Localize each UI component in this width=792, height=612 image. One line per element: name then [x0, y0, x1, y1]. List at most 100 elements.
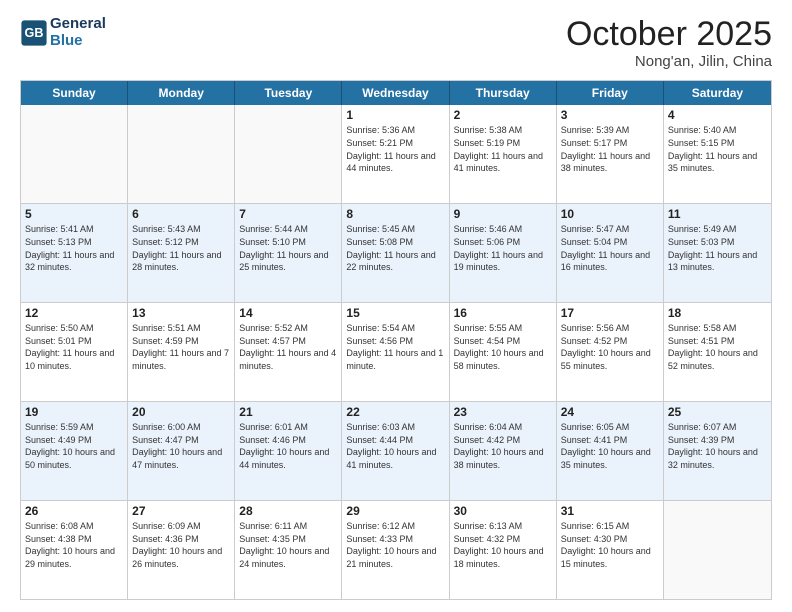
day-info: Sunrise: 5:40 AM Sunset: 5:15 PM Dayligh…: [668, 124, 767, 174]
day-number: 8: [346, 207, 444, 221]
logo: GB General Blue: [20, 16, 106, 49]
header-sunday: Sunday: [21, 81, 128, 105]
day-number: 2: [454, 108, 552, 122]
calendar-cell-4-1: 19 Sunrise: 5:59 AM Sunset: 4:49 PM Dayli…: [21, 402, 128, 500]
day-info: Sunrise: 5:44 AM Sunset: 5:10 PM Dayligh…: [239, 223, 337, 273]
day-info: Sunrise: 6:08 AM Sunset: 4:38 PM Dayligh…: [25, 520, 123, 570]
day-number: 21: [239, 405, 337, 419]
day-number: 25: [668, 405, 767, 419]
calendar-row-5: 26 Sunrise: 6:08 AM Sunset: 4:38 PM Dayli…: [21, 500, 771, 599]
calendar-cell-2-2: 6 Sunrise: 5:43 AM Sunset: 5:12 PM Daylig…: [128, 204, 235, 302]
day-number: 1: [346, 108, 444, 122]
header-thursday: Thursday: [450, 81, 557, 105]
day-number: 24: [561, 405, 659, 419]
day-number: 30: [454, 504, 552, 518]
day-info: Sunrise: 5:43 AM Sunset: 5:12 PM Dayligh…: [132, 223, 230, 273]
day-number: 31: [561, 504, 659, 518]
calendar-cell-4-4: 22 Sunrise: 6:03 AM Sunset: 4:44 PM Dayli…: [342, 402, 449, 500]
day-number: 11: [668, 207, 767, 221]
header-friday: Friday: [557, 81, 664, 105]
calendar-cell-4-6: 24Sunrise: 6:05 AM Sunset: 4:41 PM Dayli…: [557, 402, 664, 500]
calendar-cell-5-1: 26 Sunrise: 6:08 AM Sunset: 4:38 PM Dayli…: [21, 501, 128, 599]
day-info: Sunrise: 5:59 AM Sunset: 4:49 PM Dayligh…: [25, 421, 123, 471]
svg-text:GB: GB: [25, 26, 44, 40]
calendar: Sunday Monday Tuesday Wednesday Thursday…: [20, 80, 772, 600]
day-info: Sunrise: 6:15 AM Sunset: 4:30 PM Dayligh…: [561, 520, 659, 570]
day-info: Sunrise: 5:46 AM Sunset: 5:06 PM Dayligh…: [454, 223, 552, 273]
calendar-cell-1-3: [235, 105, 342, 203]
day-number: 15: [346, 306, 444, 320]
day-info: Sunrise: 5:54 AM Sunset: 4:56 PM Dayligh…: [346, 322, 444, 372]
calendar-cell-5-4: 29Sunrise: 6:12 AM Sunset: 4:33 PM Dayli…: [342, 501, 449, 599]
day-number: 27: [132, 504, 230, 518]
calendar-cell-1-6: 3 Sunrise: 5:39 AM Sunset: 5:17 PM Daylig…: [557, 105, 664, 203]
day-number: 12: [25, 306, 123, 320]
header-tuesday: Tuesday: [235, 81, 342, 105]
day-number: 17: [561, 306, 659, 320]
calendar-cell-3-1: 12 Sunrise: 5:50 AM Sunset: 5:01 PM Dayli…: [21, 303, 128, 401]
logo-line2: Blue: [50, 33, 106, 50]
calendar-row-1: 1 Sunrise: 5:36 AM Sunset: 5:21 PM Daylig…: [21, 105, 771, 203]
day-number: 10: [561, 207, 659, 221]
calendar-cell-3-7: 18 Sunrise: 5:58 AM Sunset: 4:51 PM Dayli…: [664, 303, 771, 401]
header-wednesday: Wednesday: [342, 81, 449, 105]
page-header: GB General Blue October 2025 Nong'an, Ji…: [20, 16, 772, 70]
calendar-cell-3-3: 14Sunrise: 5:52 AM Sunset: 4:57 PM Dayli…: [235, 303, 342, 401]
day-info: Sunrise: 5:52 AM Sunset: 4:57 PM Dayligh…: [239, 322, 337, 372]
day-number: 5: [25, 207, 123, 221]
calendar-cell-3-6: 17Sunrise: 5:56 AM Sunset: 4:52 PM Dayli…: [557, 303, 664, 401]
day-info: Sunrise: 5:38 AM Sunset: 5:19 PM Dayligh…: [454, 124, 552, 174]
calendar-cell-4-7: 25 Sunrise: 6:07 AM Sunset: 4:39 PM Dayli…: [664, 402, 771, 500]
calendar-cell-1-5: 2 Sunrise: 5:38 AM Sunset: 5:19 PM Daylig…: [450, 105, 557, 203]
day-info: Sunrise: 5:58 AM Sunset: 4:51 PM Dayligh…: [668, 322, 767, 372]
day-number: 19: [25, 405, 123, 419]
day-info: Sunrise: 5:41 AM Sunset: 5:13 PM Dayligh…: [25, 223, 123, 273]
month-title: October 2025: [566, 16, 772, 53]
day-number: 13: [132, 306, 230, 320]
calendar-cell-2-7: 11Sunrise: 5:49 AM Sunset: 5:03 PM Dayli…: [664, 204, 771, 302]
day-number: 18: [668, 306, 767, 320]
day-info: Sunrise: 6:11 AM Sunset: 4:35 PM Dayligh…: [239, 520, 337, 570]
day-info: Sunrise: 5:51 AM Sunset: 4:59 PM Dayligh…: [132, 322, 230, 372]
calendar-body: 1 Sunrise: 5:36 AM Sunset: 5:21 PM Daylig…: [21, 105, 771, 599]
day-number: 9: [454, 207, 552, 221]
day-info: Sunrise: 5:45 AM Sunset: 5:08 PM Dayligh…: [346, 223, 444, 273]
day-info: Sunrise: 5:55 AM Sunset: 4:54 PM Dayligh…: [454, 322, 552, 372]
day-number: 16: [454, 306, 552, 320]
header-monday: Monday: [128, 81, 235, 105]
day-info: Sunrise: 6:04 AM Sunset: 4:42 PM Dayligh…: [454, 421, 552, 471]
calendar-row-2: 5 Sunrise: 5:41 AM Sunset: 5:13 PM Daylig…: [21, 203, 771, 302]
day-info: Sunrise: 6:07 AM Sunset: 4:39 PM Dayligh…: [668, 421, 767, 471]
day-info: Sunrise: 5:39 AM Sunset: 5:17 PM Dayligh…: [561, 124, 659, 174]
calendar-cell-1-4: 1 Sunrise: 5:36 AM Sunset: 5:21 PM Daylig…: [342, 105, 449, 203]
day-info: Sunrise: 5:47 AM Sunset: 5:04 PM Dayligh…: [561, 223, 659, 273]
calendar-cell-2-6: 10 Sunrise: 5:47 AM Sunset: 5:04 PM Dayli…: [557, 204, 664, 302]
day-number: 22: [346, 405, 444, 419]
day-info: Sunrise: 6:03 AM Sunset: 4:44 PM Dayligh…: [346, 421, 444, 471]
day-info: Sunrise: 6:12 AM Sunset: 4:33 PM Dayligh…: [346, 520, 444, 570]
calendar-cell-4-2: 20 Sunrise: 6:00 AM Sunset: 4:47 PM Dayli…: [128, 402, 235, 500]
calendar-cell-1-1: [21, 105, 128, 203]
day-info: Sunrise: 6:13 AM Sunset: 4:32 PM Dayligh…: [454, 520, 552, 570]
calendar-cell-5-3: 28 Sunrise: 6:11 AM Sunset: 4:35 PM Dayli…: [235, 501, 342, 599]
calendar-cell-4-3: 21 Sunrise: 6:01 AM Sunset: 4:46 PM Dayli…: [235, 402, 342, 500]
calendar-row-4: 19 Sunrise: 5:59 AM Sunset: 4:49 PM Dayli…: [21, 401, 771, 500]
logo-icon: GB: [20, 19, 48, 47]
calendar-cell-1-2: [128, 105, 235, 203]
day-info: Sunrise: 5:36 AM Sunset: 5:21 PM Dayligh…: [346, 124, 444, 174]
day-number: 3: [561, 108, 659, 122]
calendar-cell-1-7: 4Sunrise: 5:40 AM Sunset: 5:15 PM Daylig…: [664, 105, 771, 203]
title-area: October 2025 Nong'an, Jilin, China: [566, 16, 772, 70]
day-info: Sunrise: 6:00 AM Sunset: 4:47 PM Dayligh…: [132, 421, 230, 471]
day-number: 20: [132, 405, 230, 419]
calendar-cell-5-7: [664, 501, 771, 599]
calendar-cell-5-2: 27Sunrise: 6:09 AM Sunset: 4:36 PM Dayli…: [128, 501, 235, 599]
day-number: 26: [25, 504, 123, 518]
day-info: Sunrise: 6:01 AM Sunset: 4:46 PM Dayligh…: [239, 421, 337, 471]
day-number: 28: [239, 504, 337, 518]
calendar-cell-2-3: 7Sunrise: 5:44 AM Sunset: 5:10 PM Daylig…: [235, 204, 342, 302]
day-number: 6: [132, 207, 230, 221]
location: Nong'an, Jilin, China: [566, 53, 772, 70]
day-info: Sunrise: 5:50 AM Sunset: 5:01 PM Dayligh…: [25, 322, 123, 372]
logo-line1: General: [50, 16, 106, 33]
